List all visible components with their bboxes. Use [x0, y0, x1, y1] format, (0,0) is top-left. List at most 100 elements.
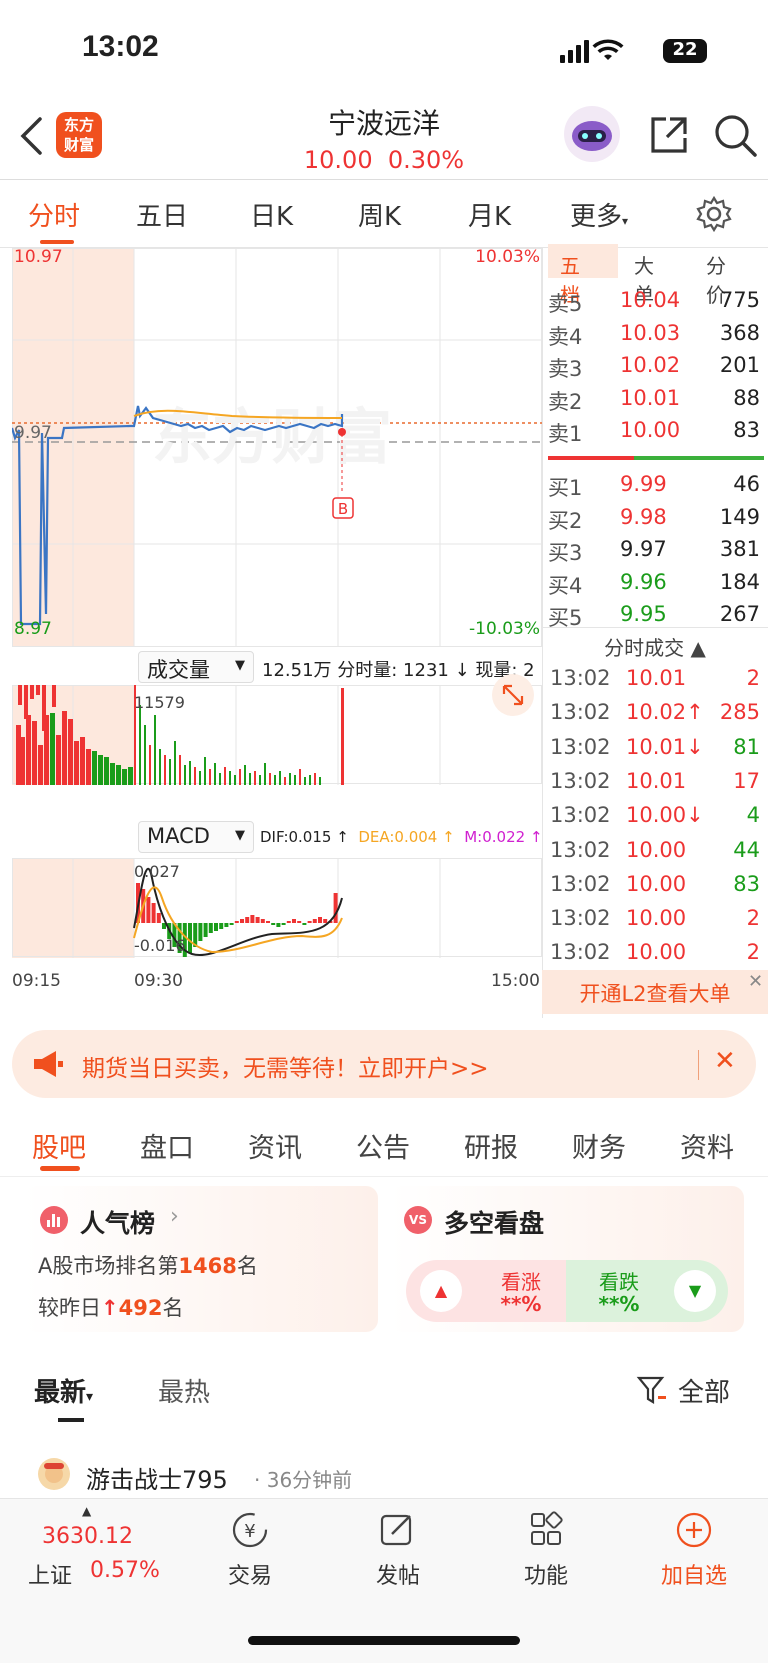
trade-volume: 81 — [733, 734, 760, 759]
bottom-post-button[interactable]: 发帖 — [338, 1510, 458, 1590]
volume-bar — [149, 745, 151, 785]
trade-time: 13:02 — [550, 837, 611, 862]
ask-row[interactable]: 卖5 10.04 775 — [548, 288, 764, 320]
subtab-announcements[interactable]: 公告 — [356, 1126, 410, 1165]
trade-price: 10.00 — [626, 906, 687, 931]
volume-bar — [18, 685, 22, 705]
macd-bar — [224, 923, 229, 927]
trade-time: 13:02 — [550, 734, 611, 759]
subtab-underline — [40, 1166, 80, 1171]
subtab-news[interactable]: 资讯 — [248, 1126, 302, 1165]
filter-icon[interactable] — [636, 1374, 668, 1406]
trade-price: 10.01 — [626, 666, 687, 690]
trade-volume: 285 — [719, 700, 760, 725]
l2-close-icon[interactable]: ✕ — [748, 971, 763, 992]
volume-bar — [314, 773, 316, 785]
volume-bar — [264, 763, 266, 785]
volume-bar — [86, 749, 91, 785]
volume-bar — [229, 771, 231, 785]
tab-monthly-k[interactable]: 月K — [468, 196, 511, 233]
filter-all-label[interactable]: 全部 — [678, 1372, 730, 1409]
volume-bar — [289, 773, 291, 785]
level-label: 卖3 — [548, 357, 583, 381]
status-time: 13:02 — [82, 30, 159, 63]
ask-row[interactable]: 卖4 10.03 368 — [548, 321, 764, 353]
tab-daily-k[interactable]: 日K — [250, 196, 293, 233]
level-volume: 83 — [733, 418, 760, 442]
macd-bar — [297, 921, 302, 923]
volume-bar — [104, 757, 109, 785]
level-volume: 267 — [719, 602, 760, 626]
chart-rank-icon — [40, 1206, 68, 1234]
share-icon[interactable] — [648, 114, 690, 156]
volume-bar — [68, 719, 73, 785]
ask-row[interactable]: 卖3 10.02 201 — [548, 353, 764, 385]
subtab-market[interactable]: 盘口 — [140, 1126, 194, 1165]
volume-bar — [98, 755, 103, 785]
assistant-robot-icon[interactable] — [564, 106, 620, 162]
user-avatar[interactable] — [38, 1458, 70, 1490]
ask-row[interactable]: 卖2 10.01 88 — [548, 386, 764, 418]
tab-weekly-k[interactable]: 周K — [358, 196, 401, 233]
high-price-label: 10.97 — [14, 248, 63, 267]
index-change[interactable]: 0.57% — [90, 1558, 160, 1583]
volume-bar — [284, 777, 286, 785]
bottom-add-watchlist-button[interactable]: 加自选 — [634, 1510, 754, 1590]
svg-text:¥: ¥ — [244, 1521, 255, 1542]
subtab-research[interactable]: 研报 — [464, 1126, 518, 1165]
trade-row: 13:02 10.00 2 — [550, 906, 764, 940]
tab-more[interactable]: 更多▾ — [570, 196, 628, 233]
bid-row[interactable]: 买1 9.99 46 — [548, 472, 764, 504]
level-price: 10.02 — [620, 353, 681, 377]
bid-row[interactable]: 买5 9.95 267 — [548, 602, 764, 634]
bottom-functions-button[interactable]: 功能 — [486, 1510, 606, 1590]
macd-bar — [156, 913, 161, 923]
trade-yen-icon: ¥ — [232, 1512, 268, 1548]
signal-bar-1 — [560, 55, 565, 63]
search-icon[interactable] — [712, 112, 758, 158]
index-value[interactable]: 3630.12 — [42, 1524, 133, 1549]
volume-bar — [174, 741, 176, 785]
time-end-label: 15:00 — [491, 971, 540, 988]
tab-five-day[interactable]: 五日 — [136, 196, 188, 233]
expand-chart-button[interactable] — [492, 674, 534, 716]
subtab-profile[interactable]: 资料 — [680, 1126, 734, 1165]
macd-bar — [312, 919, 317, 923]
macd-bar — [255, 917, 260, 923]
macd-bar — [151, 903, 156, 923]
low-price-label: 8.97 — [14, 619, 52, 639]
volume-bar — [92, 751, 97, 785]
index-name[interactable]: 上证 — [28, 1558, 72, 1590]
volume-bar — [52, 685, 56, 707]
trade-row: 13:02 10.01↓ 81 — [550, 735, 764, 769]
bottom-trade-button[interactable]: ¥ 交易 — [190, 1510, 310, 1590]
promo-close-icon[interactable]: ✕ — [714, 1046, 736, 1076]
tab-intraday[interactable]: 分时 — [28, 196, 80, 233]
macd-bar — [188, 923, 192, 953]
macd-indicator-select[interactable]: MACD ▼ — [138, 821, 254, 853]
subtab-finance[interactable]: 财务 — [572, 1126, 626, 1165]
post-author[interactable]: 游击战士795 — [86, 1460, 228, 1495]
volume-bar — [128, 767, 133, 785]
feed-tab-latest[interactable]: 最新▾ — [34, 1372, 93, 1409]
feed-tab-underline — [58, 1418, 84, 1422]
volume-bar — [179, 755, 181, 785]
signal-bar-4 — [584, 40, 589, 63]
bid-row[interactable]: 买2 9.98 149 — [548, 505, 764, 537]
volume-bar — [62, 711, 67, 785]
bid-row[interactable]: 买3 9.97 381 — [548, 537, 764, 569]
settings-gear-icon[interactable] — [696, 196, 732, 232]
ask-row[interactable]: 卖1 10.00 83 — [548, 418, 764, 450]
subtab-forum[interactable]: 股吧 — [32, 1126, 86, 1165]
macd-bar — [203, 923, 208, 937]
volume-bar — [299, 769, 301, 785]
volume-indicator-select[interactable]: 成交量 ▼ — [138, 651, 254, 683]
bid-row[interactable]: 买4 9.96 184 — [548, 570, 764, 602]
trades-title[interactable]: 分时成交 ▲ — [542, 632, 768, 661]
signal-bar-3 — [576, 45, 581, 63]
level-price: 10.04 — [620, 288, 681, 312]
feed-tab-hot[interactable]: 最热 — [158, 1372, 210, 1409]
macd-bar — [219, 923, 224, 929]
intraday-chart[interactable]: 东方财富 B 10.97 10.03% 9.97 8.97 -10.03% 11… — [12, 248, 542, 988]
watermark: 东方财富 — [152, 403, 392, 473]
